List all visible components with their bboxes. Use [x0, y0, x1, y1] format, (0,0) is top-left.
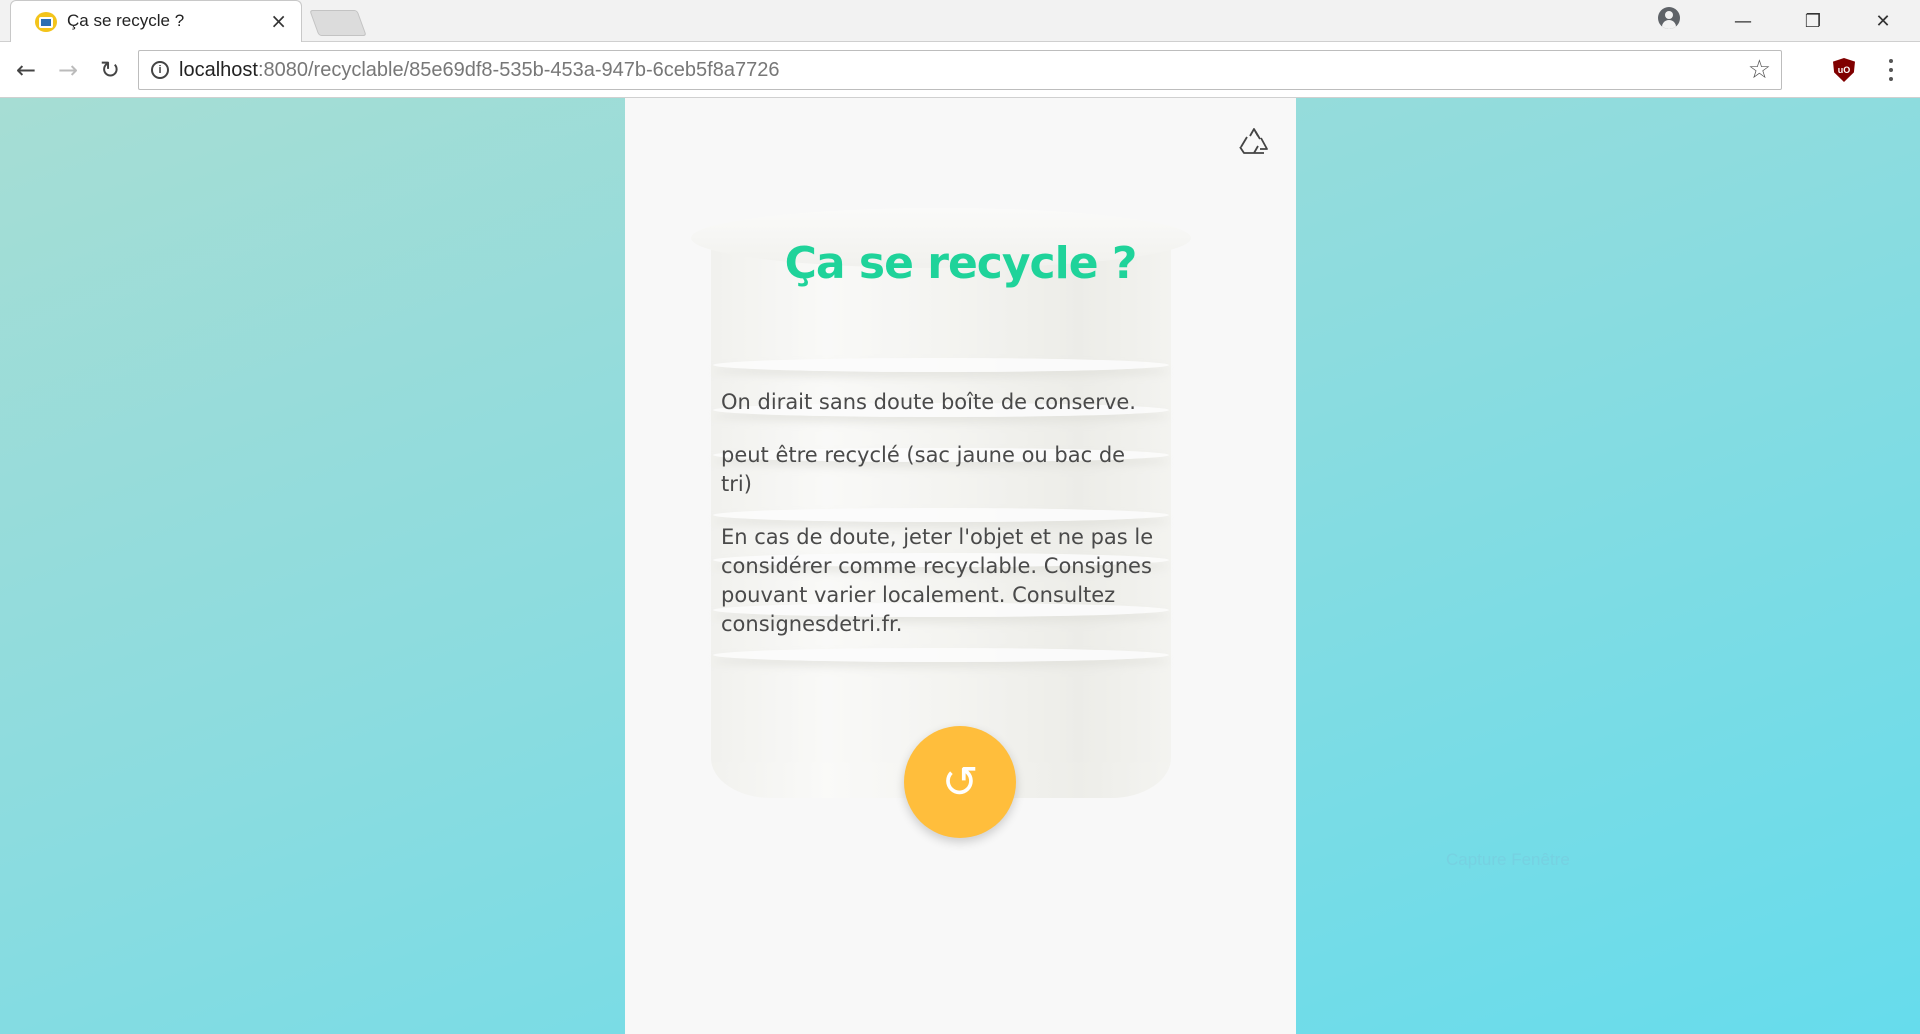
new-tab-button[interactable]: [309, 10, 367, 36]
recycle-icon[interactable]: [1238, 126, 1270, 158]
disclaimer-text: En cas de doute, jeter l'objet et ne pas…: [721, 525, 1154, 636]
star-icon[interactable]: ☆: [1748, 55, 1771, 85]
page-viewport: Ça se recycle ? On dirait sans doute boî…: [0, 98, 1920, 1034]
profile-icon[interactable]: [1658, 7, 1680, 29]
page-title: Ça se recycle ?: [784, 238, 1138, 289]
ublock-icon[interactable]: uO: [1833, 58, 1855, 82]
browser-toolbar: ← → ↻ i localhost:8080/recyclable/85e69d…: [0, 42, 1920, 98]
forward-button[interactable]: →: [52, 54, 84, 86]
watermark-text: Capture Fenêtre: [1446, 850, 1570, 869]
reload-page-button[interactable]: ↻: [94, 54, 126, 86]
retry-button[interactable]: ↺: [904, 726, 1016, 838]
restore-button[interactable]: ❐: [1790, 6, 1836, 36]
url-text[interactable]: localhost:8080/recyclable/85e69df8-535b-…: [179, 59, 779, 82]
result-text: On dirait sans doute boîte de conserve. …: [721, 388, 1161, 663]
info-icon[interactable]: i: [151, 61, 169, 79]
url-host: localhost: [179, 59, 258, 81]
url-path: :8080/recyclable/85e69df8-535b-453a-947b…: [257, 59, 780, 81]
address-bar[interactable]: i localhost:8080/recyclable/85e69df8-535…: [138, 50, 1782, 90]
browser-tab[interactable]: Ça se recycle ? ×: [10, 0, 302, 42]
tab-close-icon[interactable]: ×: [270, 9, 287, 33]
back-button[interactable]: ←: [10, 54, 42, 86]
detection-text: On dirait sans doute boîte de conserve.: [721, 390, 1136, 414]
minimize-button[interactable]: —: [1720, 6, 1766, 36]
reload-icon: ↺: [941, 756, 979, 808]
tab-title: Ça se recycle ?: [67, 11, 185, 30]
browser-titlebar: Ça se recycle ? × — ❐ ✕: [0, 0, 1920, 42]
close-window-button[interactable]: ✕: [1860, 6, 1906, 36]
camera-favicon-icon: [35, 12, 57, 32]
recyclable-text: peut être recyclé (sac jaune ou bac de t…: [721, 443, 1126, 496]
browser-menu-button[interactable]: [1884, 56, 1898, 84]
content-card: Ça se recycle ? On dirait sans doute boî…: [625, 98, 1296, 1034]
